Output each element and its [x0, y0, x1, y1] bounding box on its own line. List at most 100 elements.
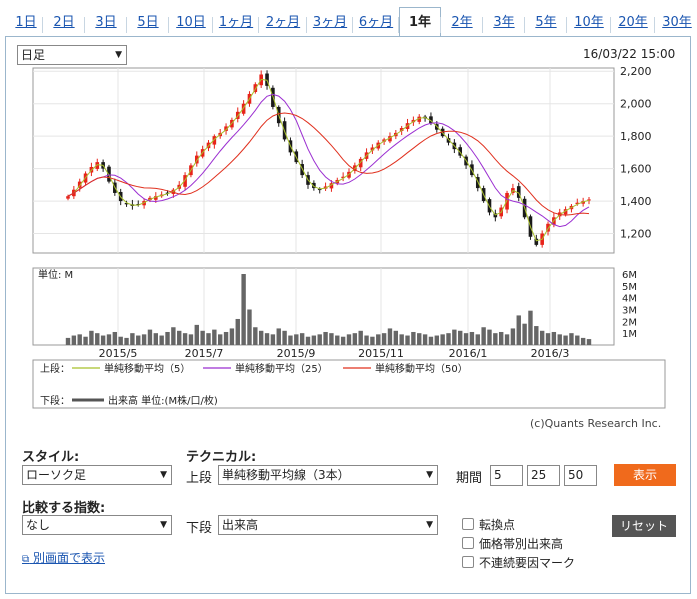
checkbox-volume-profile[interactable]: 価格帯別出来高 — [462, 535, 563, 552]
volume-bar — [311, 335, 317, 345]
volume-bar — [516, 315, 521, 345]
volume-bar — [229, 328, 235, 345]
volume-bar — [452, 329, 457, 345]
volume-bar — [434, 335, 439, 345]
volume-bar — [504, 334, 510, 345]
volume-bar — [393, 330, 399, 345]
volume-bar — [212, 329, 217, 345]
volume-bar — [411, 331, 416, 345]
technical-label: テクニカル: — [186, 450, 257, 465]
volume-bar — [241, 274, 246, 345]
checkbox-icon — [462, 537, 474, 549]
volume-bar — [264, 333, 270, 345]
volume-bar — [440, 334, 445, 345]
volume-bar — [469, 331, 475, 345]
checkbox-discontinuity[interactable]: 不連続要因マーク — [462, 554, 575, 571]
volume-bar — [282, 330, 287, 345]
volume-bar — [493, 333, 498, 345]
volume-bar — [586, 339, 592, 345]
volume-bar — [352, 333, 358, 345]
volume-bar — [147, 329, 153, 345]
style-select[interactable]: ローソク足 ▼ — [22, 465, 172, 485]
volume-bar — [305, 336, 311, 345]
volume-unit-label: 単位: M — [38, 268, 73, 281]
chevron-down-icon: ▼ — [426, 520, 433, 530]
candle-body — [66, 196, 70, 199]
volume-bar — [539, 330, 545, 345]
lower-prefix: 下段 — [186, 521, 213, 536]
volume-bar — [165, 331, 170, 345]
volume-bar — [551, 331, 557, 345]
chevron-down-icon: ▼ — [160, 520, 167, 530]
legend-upper-label: 上段： — [40, 362, 70, 375]
volume-bar — [218, 334, 223, 345]
legend-item-label: 単純移動平均（25） — [235, 362, 328, 375]
x-tick-label: 2015/9 — [277, 347, 316, 360]
volume-bar — [387, 328, 393, 345]
price-chart: 1M2M3M4M5M6M 1,200 1,400 1,600 1,800 2,000 2,… — [32, 65, 666, 430]
volume-bar — [83, 336, 88, 345]
style-label: スタイル: — [22, 450, 80, 465]
volume-bar — [276, 328, 281, 345]
compare-label: 比較する指数: — [22, 501, 106, 516]
volume-bar — [130, 333, 135, 345]
technical-upper-select[interactable]: 単純移動平均線（3本） ▼ — [218, 465, 438, 485]
checkbox-turning-point[interactable]: 転換点 — [462, 516, 515, 533]
volume-bar — [534, 326, 539, 345]
volume-tick-label: 1M — [622, 329, 637, 340]
reset-button[interactable]: リセット — [612, 515, 676, 537]
volume-bar — [358, 330, 363, 345]
volume-bar — [247, 309, 252, 345]
x-tick-label: 2016/3 — [531, 347, 570, 360]
volume-bar — [294, 334, 299, 345]
volume-bar — [528, 310, 533, 345]
volume-bar — [223, 331, 229, 345]
volume-bar — [323, 331, 328, 345]
volume-bar — [340, 336, 346, 345]
volume-bar — [95, 333, 100, 345]
compare-select-value: なし — [26, 518, 51, 532]
chevron-down-icon: ▼ — [160, 470, 167, 480]
volume-bar — [364, 335, 369, 345]
checkbox-label: 不連続要因マーク — [479, 556, 576, 570]
checkbox-icon — [462, 518, 474, 530]
legend-item-label: 単純移動平均（5） — [104, 362, 190, 375]
period-input-3[interactable]: 50 — [564, 465, 597, 486]
volume-tick-label: 3M — [622, 306, 637, 317]
legend-volume-label: 出来高 単位:(M株/口/枚) — [108, 394, 218, 407]
period-input-2[interactable]: 25 — [527, 465, 560, 486]
volume-bar — [177, 330, 182, 345]
volume-bar — [475, 334, 480, 345]
copyright: (c)Quants Research Inc. — [530, 417, 661, 430]
volume-bar — [510, 328, 516, 345]
volume-bar — [545, 333, 551, 345]
volume-bar — [65, 337, 71, 345]
compare-select[interactable]: なし ▼ — [22, 515, 172, 535]
popup-link[interactable]: ⧉ 別画面で表示 — [22, 549, 105, 566]
period-input-1[interactable]: 5 — [490, 465, 523, 486]
volume-bar — [159, 335, 164, 345]
volume-bar — [417, 333, 422, 345]
volume-bar — [575, 335, 580, 345]
price-tick-label: 1,800 — [620, 130, 652, 143]
volume-bar — [446, 333, 451, 345]
volume-bar — [194, 324, 199, 345]
volume-bar — [580, 337, 586, 345]
volume-tick-label: 6M — [622, 270, 637, 281]
price-tick-label: 1,400 — [620, 195, 652, 208]
volume-bar — [370, 336, 375, 345]
volume-bar — [136, 335, 141, 345]
volume-bar — [182, 333, 188, 345]
volume-bar — [112, 331, 118, 345]
show-button[interactable]: 表示 — [614, 464, 676, 486]
technical-lower-select[interactable]: 出来高 ▼ — [218, 515, 438, 535]
volume-bar — [376, 334, 381, 345]
x-tick-label: 2016/1 — [449, 347, 488, 360]
x-tick-label: 2015/11 — [358, 347, 404, 360]
volume-bar — [100, 335, 106, 345]
volume-bar — [481, 327, 486, 345]
checkbox-label: 価格帯別出来高 — [479, 537, 564, 551]
volume-bar — [200, 330, 205, 345]
volume-bar — [428, 336, 434, 345]
price-tick-label: 2,000 — [620, 98, 652, 111]
